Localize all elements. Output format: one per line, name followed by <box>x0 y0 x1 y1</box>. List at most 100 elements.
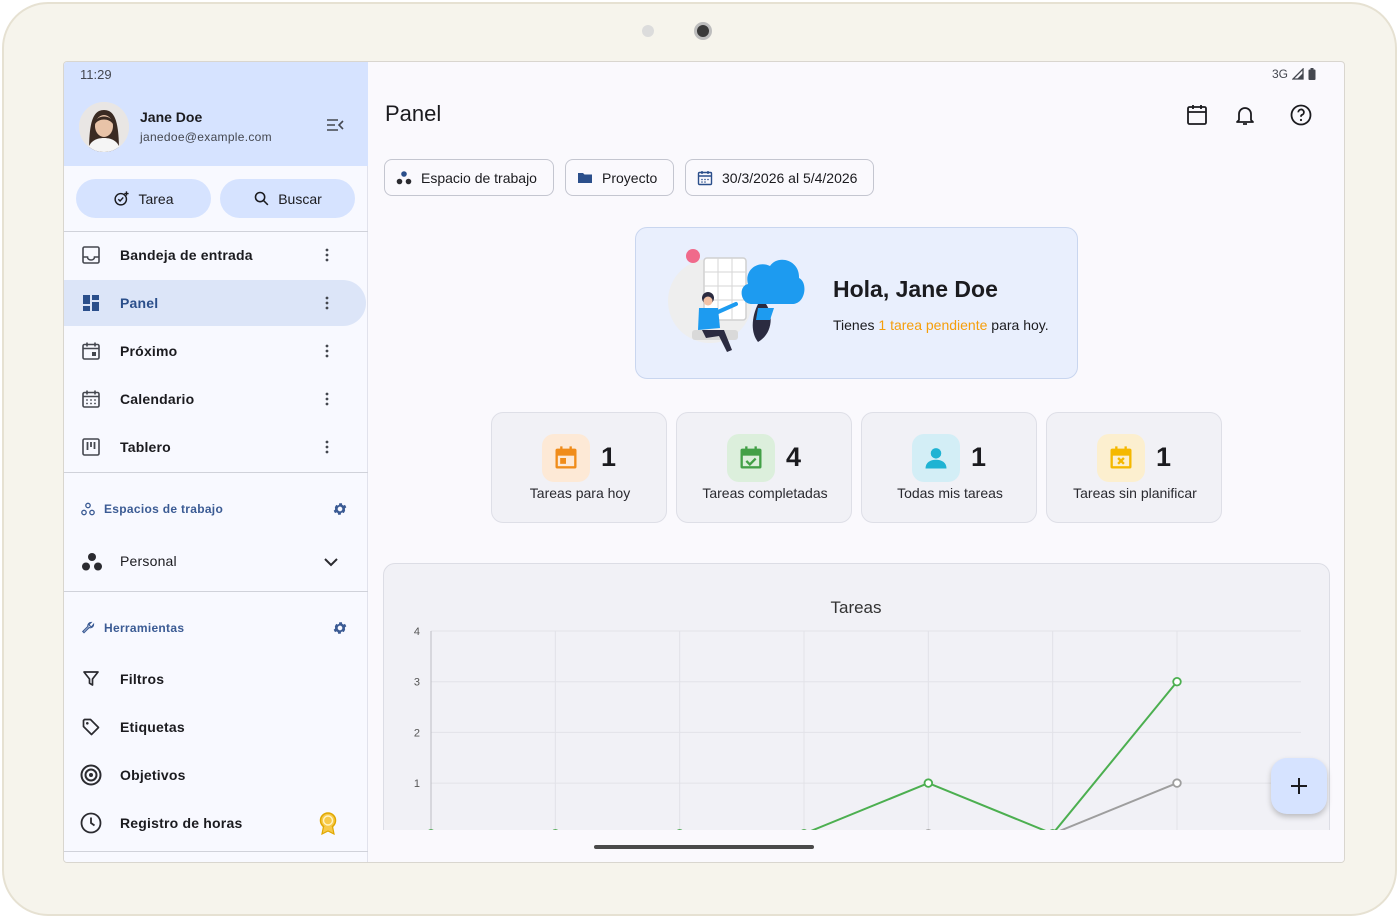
tasks-chart-card: Tareas 01234 <box>383 563 1330 862</box>
greeting-subtitle: Tienes 1 tarea pendiente para hoy. <box>833 317 1049 333</box>
divider <box>64 472 368 473</box>
chevron-down-icon[interactable] <box>323 556 339 568</box>
plus-icon <box>1291 778 1307 794</box>
stat-card-today[interactable]: 1 Tareas para hoy <box>491 412 667 523</box>
workspace-select-personal[interactable]: Personal <box>64 540 368 584</box>
workspace-name: Personal <box>120 553 177 569</box>
stat-label: Tareas para hoy <box>529 485 631 501</box>
pending-tasks-link[interactable]: tarea pendiente <box>890 317 987 333</box>
stat-icon-box <box>727 434 775 482</box>
workspace-filter-chip[interactable]: Espacio de trabajo <box>384 159 554 196</box>
more-vert-icon[interactable] <box>323 295 331 311</box>
nav-item-label: Próximo <box>120 343 178 359</box>
folder-icon <box>578 172 592 183</box>
chart-ytick-label: 3 <box>414 677 420 689</box>
home-indicator[interactable] <box>594 845 814 849</box>
bell-icon[interactable] <box>1233 103 1257 127</box>
nav-item-panel[interactable]: Panel <box>64 280 366 326</box>
tool-item-label: Registro de horas <box>120 815 243 831</box>
stat-label: Tareas sin planificar <box>1073 485 1197 501</box>
help-icon[interactable] <box>1289 103 1313 127</box>
workspaces-label: Espacios de trabajo <box>104 502 224 516</box>
device-frame: 11:29 Jane Doe janedoe@example.com Tarea… <box>2 2 1397 916</box>
stat-value: 1 <box>971 442 987 472</box>
tool-item-time-tracking[interactable]: Registro de horas <box>64 800 368 846</box>
main-content: 3G Panel Espacio de trabajo Proyecto 30/… <box>369 62 1344 862</box>
network-type: 3G <box>1271 67 1288 81</box>
stat-value: 4 <box>786 442 802 472</box>
add-task-icon <box>114 191 130 206</box>
search-button[interactable]: Buscar <box>220 179 355 218</box>
nav-item-calendar[interactable]: Calendario <box>64 376 368 422</box>
workspaces-header: Espacios de trabajo <box>64 494 368 524</box>
stat-value: 1 <box>1156 442 1172 472</box>
calendar-today-icon <box>555 446 577 469</box>
calendar-icon[interactable] <box>1185 103 1209 127</box>
user-email: janedoe@example.com <box>140 130 272 144</box>
nav-item-upcoming[interactable]: Próximo <box>64 328 368 374</box>
tool-item-label: Etiquetas <box>120 719 185 735</box>
tools-header: Herramientas <box>64 613 368 643</box>
nav-item-board[interactable]: Tablero <box>64 424 368 470</box>
nav-item-label: Tablero <box>120 439 171 455</box>
signal-icon <box>1292 68 1304 80</box>
divider <box>64 591 368 592</box>
add-task-label: Tarea <box>138 190 174 207</box>
stat-label: Tareas completadas <box>702 485 828 501</box>
user-header: 11:29 Jane Doe janedoe@example.com <box>64 62 368 166</box>
battery-icon <box>1308 68 1316 80</box>
chart-ytick-label: 4 <box>414 626 420 638</box>
chart-title: Tareas <box>830 598 881 617</box>
greeting-prefix: Tienes <box>833 317 875 333</box>
chart-data-point[interactable] <box>1172 778 1182 788</box>
greeting-illustration <box>668 249 805 352</box>
nav-item-label: Bandeja de entrada <box>120 247 253 263</box>
gesture-area <box>369 830 1344 862</box>
tool-item-goals[interactable]: Objetivos <box>64 752 368 798</box>
clock-icon <box>80 812 102 834</box>
gear-icon[interactable] <box>332 620 348 636</box>
tool-item-label: Filtros <box>120 671 165 687</box>
calendar-icon <box>82 390 100 408</box>
gear-icon[interactable] <box>332 501 348 517</box>
stat-card-completed[interactable]: 4 Tareas completadas <box>676 412 852 523</box>
stat-value: 1 <box>601 442 617 472</box>
sidebar: 11:29 Jane Doe janedoe@example.com Tarea… <box>64 62 368 862</box>
calendar-icon <box>697 170 713 185</box>
nav-item-label: Calendario <box>120 391 195 407</box>
user-name: Jane Doe <box>140 109 203 125</box>
project-filter-chip[interactable]: Proyecto <box>565 159 675 196</box>
stat-icon-box <box>542 434 590 482</box>
tools-label: Herramientas <box>104 621 185 635</box>
date-range-chip[interactable]: 30/3/2026 al 5/4/2026 <box>685 159 875 196</box>
project-filter-label: Proyecto <box>602 169 658 186</box>
label-icon <box>82 718 100 736</box>
more-vert-icon[interactable] <box>323 391 331 407</box>
more-vert-icon[interactable] <box>323 343 331 359</box>
tasks-chart: Tareas 01234 <box>414 598 1301 841</box>
chart-data-point[interactable] <box>923 778 934 788</box>
chart-ytick-label: 2 <box>414 727 420 739</box>
more-vert-icon[interactable] <box>323 247 331 263</box>
more-vert-icon[interactable] <box>323 439 331 455</box>
nav-item-inbox[interactable]: Bandeja de entrada <box>64 232 368 278</box>
target-icon <box>80 764 102 786</box>
workspace-icon <box>82 553 102 571</box>
chart-ytick-label: 1 <box>414 778 420 790</box>
chart-data-point[interactable] <box>1172 676 1182 687</box>
menu-collapse-icon[interactable] <box>325 117 345 133</box>
stat-icon-box <box>912 434 960 482</box>
tool-item-label: Objetivos <box>120 767 186 783</box>
avatar[interactable] <box>79 102 129 152</box>
event-icon <box>82 342 100 360</box>
stat-card-unscheduled[interactable]: 1 Tareas sin planificar <box>1046 412 1222 523</box>
add-task-button[interactable]: Tarea <box>76 179 211 218</box>
sensor-dot <box>642 25 654 37</box>
add-fab-button[interactable] <box>1271 758 1327 814</box>
board-icon <box>82 438 100 456</box>
tool-item-filters[interactable]: Filtros <box>64 656 368 702</box>
stat-card-all-tasks[interactable]: 1 Todas mis tareas <box>861 412 1037 523</box>
search-icon <box>254 191 269 206</box>
search-label: Buscar <box>278 190 322 207</box>
tool-item-labels[interactable]: Etiquetas <box>64 704 368 750</box>
